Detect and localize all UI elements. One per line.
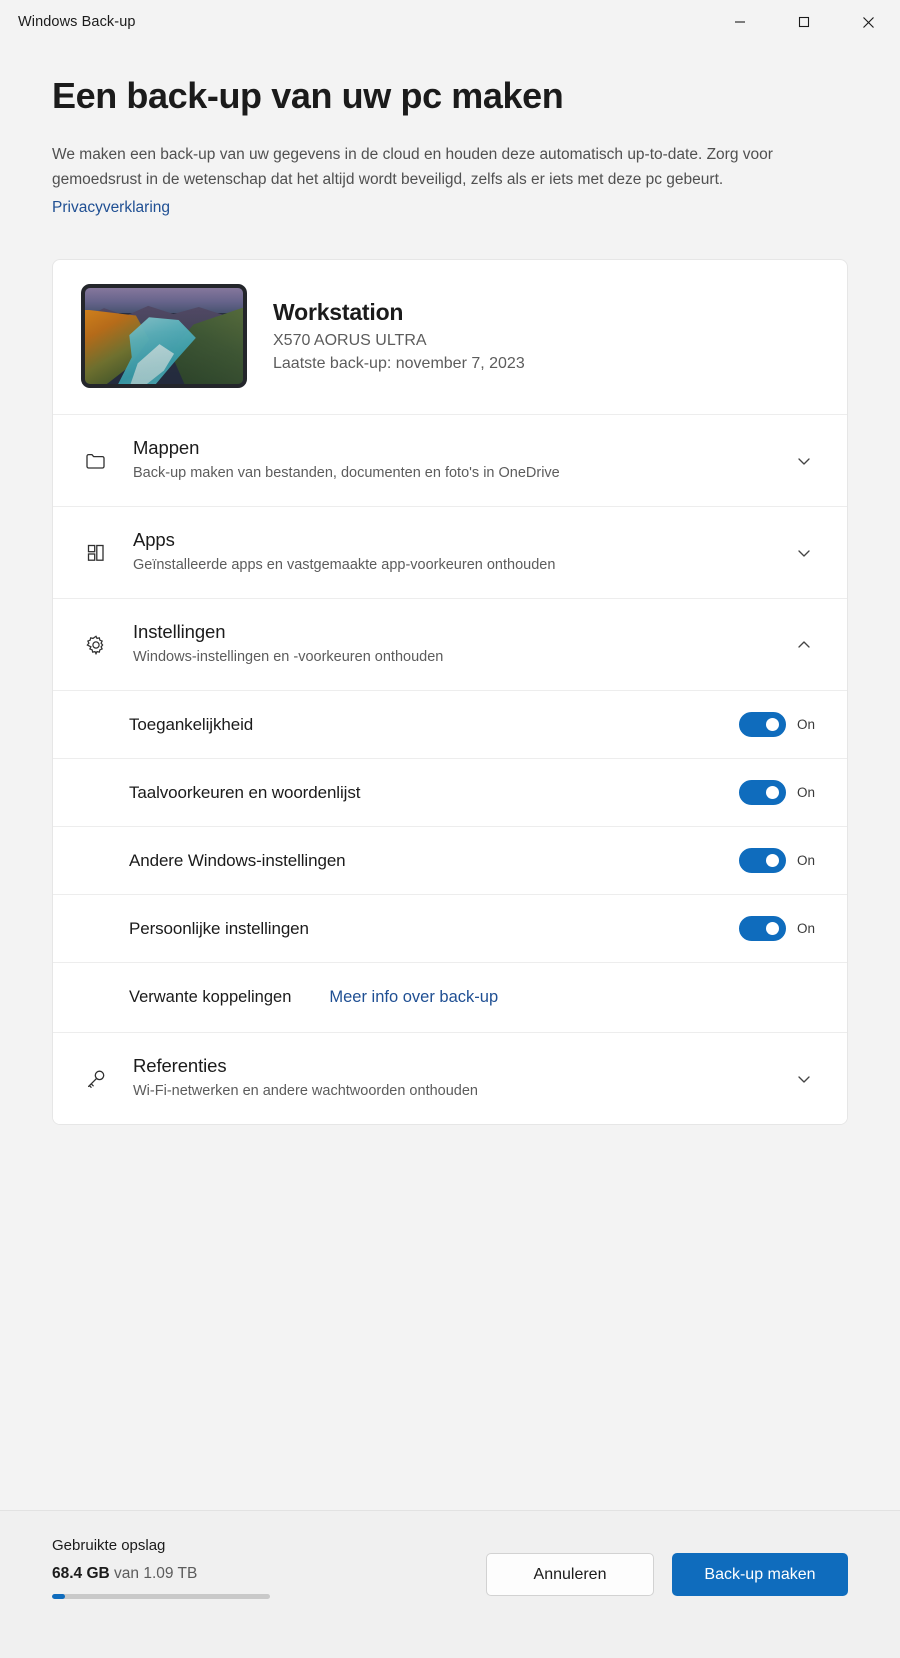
more-info-backup-link[interactable]: Meer info over back-up [329, 988, 498, 1007]
create-backup-button[interactable]: Back-up maken [672, 1553, 848, 1596]
device-last-backup: Laatste back-up: november 7, 2023 [273, 355, 525, 373]
page-description: We maken een back-up van uw gegevens in … [52, 146, 773, 189]
section-text: Mappen Back-up maken van bestanden, docu… [133, 437, 767, 484]
section-text: Referenties Wi-Fi-netwerken en andere wa… [133, 1055, 767, 1102]
toggle-knob [766, 786, 779, 800]
chevron-down-icon[interactable] [789, 1071, 819, 1087]
chevron-up-icon[interactable] [789, 637, 819, 653]
toggle-state-label: On [797, 717, 816, 733]
section-description: Geïnstalleerde apps en vastgemaakte app-… [133, 557, 556, 574]
apps-grid-icon [81, 542, 111, 564]
toggle-switch[interactable] [739, 848, 786, 874]
maximize-button[interactable] [772, 0, 836, 44]
toggle-knob [766, 718, 779, 732]
storage-total-value: van 1.09 TB [114, 1565, 198, 1582]
footer-actions: Annuleren Back-up maken [486, 1537, 848, 1596]
desktop-wallpaper-thumbnail [81, 284, 247, 389]
toggle-switch[interactable] [739, 916, 786, 942]
minimize-button[interactable] [708, 0, 772, 44]
storage-title: Gebruikte opslag [52, 1537, 166, 1554]
minimize-icon [735, 21, 745, 23]
key-icon [81, 1067, 111, 1091]
section-text: Apps Geïnstalleerde apps en vastgemaakte… [133, 529, 767, 576]
related-links-row: Verwante koppelingen Meer info over back… [53, 963, 847, 1034]
toggle-label: Persoonlijke instellingen [129, 918, 309, 938]
section-title: Referenties [133, 1055, 227, 1077]
storage-used-value: 68.4 GB [52, 1565, 110, 1582]
section-title: Instellingen [133, 621, 226, 643]
section-row-instellingen[interactable]: Instellingen Windows-instellingen en -vo… [53, 599, 847, 692]
toggle-control-group: On [739, 848, 819, 874]
close-icon [862, 16, 874, 28]
toggle-label: Toegankelijkheid [129, 714, 254, 734]
chevron-down-icon[interactable] [789, 545, 819, 561]
toggle-knob [766, 922, 779, 936]
folder-icon [81, 449, 111, 473]
toggle-label: Taalvoorkeuren en woordenlijst [129, 782, 361, 802]
toggle-row-andere-windows-instellingen[interactable]: Andere Windows-instellingen On [53, 827, 847, 896]
footer-bar: Gebruikte opslag 68.4 GB van 1.09 TB Ann… [0, 1510, 900, 1658]
related-links-label: Verwante koppelingen [129, 988, 292, 1007]
toggle-control-group: On [739, 916, 819, 942]
section-description: Wi-Fi-netwerken en andere wachtwoorden o… [133, 1083, 478, 1100]
storage-progress-bar [52, 1594, 270, 1599]
toggle-state-label: On [797, 785, 816, 801]
toggle-row-persoonlijke-instellingen[interactable]: Persoonlijke instellingen On [53, 895, 847, 964]
close-button[interactable] [836, 0, 900, 44]
title-bar: Windows Back-up [0, 0, 900, 44]
storage-usage: 68.4 GB van 1.09 TB [52, 1565, 270, 1583]
section-row-apps[interactable]: Apps Geïnstalleerde apps en vastgemaakte… [53, 507, 847, 600]
window-controls [708, 0, 900, 44]
section-row-referenties[interactable]: Referenties Wi-Fi-netwerken en andere wa… [53, 1033, 847, 1125]
cancel-button[interactable]: Annuleren [486, 1553, 654, 1596]
section-title: Mappen [133, 437, 200, 459]
toggle-label: Andere Windows-instellingen [129, 850, 346, 870]
device-summary-row: Workstation X570 AORUS ULTRA Laatste bac… [53, 260, 847, 416]
thumbnail-overlay [85, 288, 243, 385]
storage-progress-fill [52, 1594, 66, 1599]
device-model: X570 AORUS ULTRA [273, 332, 427, 350]
toggle-row-toegankelijkheid[interactable]: Toegankelijkheid On [53, 691, 847, 760]
toggle-state-label: On [797, 921, 816, 937]
section-text: Instellingen Windows-instellingen en -vo… [133, 621, 767, 668]
section-title: Apps [133, 529, 175, 551]
page-title: Een back-up van uw pc maken [52, 75, 564, 116]
gear-icon [81, 633, 111, 657]
toggle-control-group: On [739, 780, 819, 806]
storage-info: Gebruikte opslag 68.4 GB van 1.09 TB [52, 1537, 270, 1599]
toggle-state-label: On [797, 853, 816, 869]
toggle-knob [766, 854, 779, 868]
window-title: Windows Back-up [18, 14, 136, 30]
section-description: Windows-instellingen en -voorkeuren onth… [133, 649, 444, 666]
section-description: Back-up maken van bestanden, documenten … [133, 465, 560, 482]
device-name: Workstation [273, 299, 404, 326]
main-content: Een back-up van uw pc maken We maken een… [0, 74, 900, 1126]
toggle-row-taalvoorkeuren[interactable]: Taalvoorkeuren en woordenlijst On [53, 759, 847, 828]
privacy-statement-link[interactable]: Privacyverklaring [52, 199, 170, 217]
toggle-switch[interactable] [739, 780, 786, 806]
maximize-icon [798, 16, 810, 28]
device-info: Workstation X570 AORUS ULTRA Laatste bac… [273, 299, 525, 373]
toggle-switch[interactable] [739, 712, 786, 738]
toggle-control-group: On [739, 712, 819, 738]
section-row-mappen[interactable]: Mappen Back-up maken van bestanden, docu… [53, 415, 847, 508]
backup-options-card: Workstation X570 AORUS ULTRA Laatste bac… [52, 259, 848, 1126]
chevron-down-icon[interactable] [789, 453, 819, 469]
